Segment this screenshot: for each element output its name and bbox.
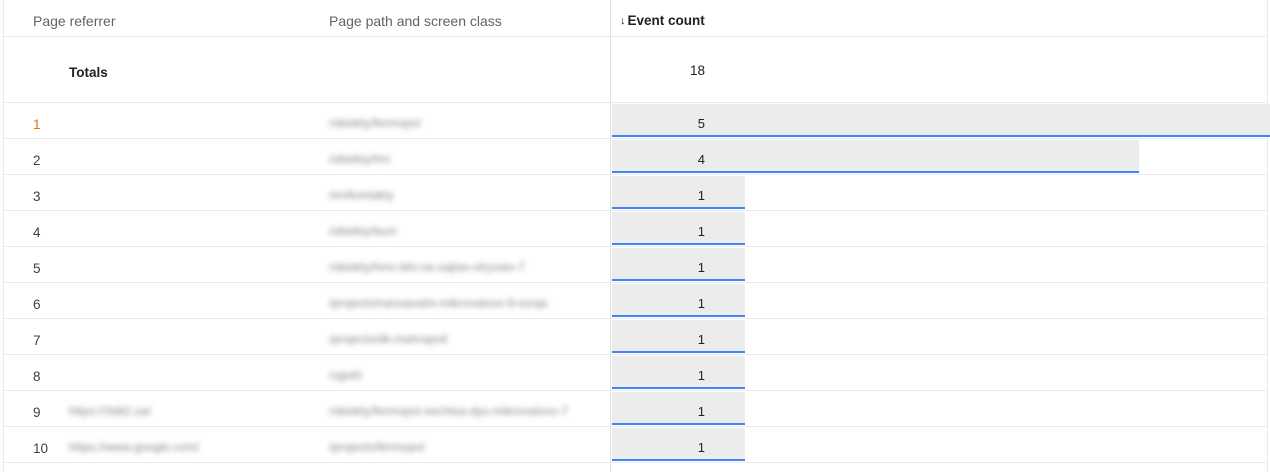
table-row[interactable]: 1/obiekty/fermopol 5 <box>4 103 1270 139</box>
row-rank: 1 <box>33 117 41 132</box>
table-row[interactable]: 3/en/kontakty 1 <box>4 175 1267 211</box>
table-row[interactable]: 2/obiekty/hm 4 <box>4 139 1267 175</box>
event-count-value: 1 <box>697 224 705 239</box>
row-rank: 6 <box>33 297 41 312</box>
row-rank: 4 <box>33 225 41 240</box>
table-row[interactable]: 7/projects/dk-mahrapoil 1 <box>4 319 1267 355</box>
page-path-cell: /obiekty/fermopol <box>329 116 421 130</box>
event-count-value: 1 <box>697 296 705 311</box>
page-path-cell: /obiekty/hmc-bhi-na-sajtse-otryvaiv-7 <box>329 260 526 274</box>
page-path-cell: /projects/nanoavaloi-mikrovalovo-9-sonja <box>329 296 548 310</box>
table-row[interactable]: 6/projects/nanoavaloi-mikrovalovo-9-sonj… <box>4 283 1267 319</box>
table-header: Page referrer Page path and screen class… <box>4 0 1267 37</box>
row-rank: 5 <box>33 261 41 276</box>
column-header-page-referrer[interactable]: Page referrer <box>33 13 115 29</box>
totals-row: Totals 18 <box>4 37 1267 103</box>
page-path-cell: /projects/dk-mahrapoil <box>329 332 448 346</box>
arrow-down-icon[interactable]: ↓ <box>620 15 626 27</box>
event-count-value: 4 <box>697 152 705 167</box>
event-count-value: 1 <box>697 188 705 203</box>
page-path-cell: /obiekty/hm <box>329 152 391 166</box>
event-count-bar <box>612 104 1270 137</box>
column-header-event-count[interactable]: ↓ Event count <box>620 13 705 28</box>
row-rank: 7 <box>33 333 41 348</box>
event-count-value: 1 <box>697 332 705 347</box>
event-count-value: 1 <box>697 368 705 383</box>
table-row[interactable]: 9 https://3dit2.ua/ /obiekty/fermopol-sech… <box>4 391 1267 427</box>
table-right-border <box>1267 0 1268 472</box>
event-count-value: 5 <box>697 116 705 131</box>
report-table: Page referrer Page path and screen class… <box>0 0 1270 472</box>
event-count-value: 1 <box>697 440 705 455</box>
row-rank: 9 <box>33 405 41 420</box>
page-referrer-cell: https://3dit2.ua/ <box>69 404 152 418</box>
event-count-value: 1 <box>697 260 705 275</box>
page-path-cell: /obiekty/bum <box>329 224 398 238</box>
page-referrer-cell: https://www.google.com/ <box>69 440 200 454</box>
totals-label: Totals <box>69 65 108 80</box>
table-row[interactable]: 8/ugotri 1 <box>4 355 1267 391</box>
row-rank: 10 <box>33 441 49 456</box>
event-count-value: 1 <box>697 404 705 419</box>
page-path-cell: /ugotri <box>329 368 363 382</box>
page-path-cell: /obiekty/fermopol-sechtsa-dyu-mikrovalov… <box>329 404 568 418</box>
page-path-cell: /en/kontakty <box>329 188 394 202</box>
totals-value: 18 <box>689 63 705 78</box>
table-row[interactable]: 10 https://www.google.com/ /projects/fermo… <box>4 427 1267 463</box>
column-header-page-path[interactable]: Page path and screen class <box>329 13 502 29</box>
table-row[interactable]: 4/obiekty/bum 1 <box>4 211 1267 247</box>
row-rank: 3 <box>33 189 41 204</box>
page-path-cell: /projects/fermopol <box>329 440 425 454</box>
row-rank: 2 <box>33 153 41 168</box>
row-rank: 8 <box>33 369 41 384</box>
column-header-event-count-label: Event count <box>627 13 705 28</box>
table-row[interactable]: 5/obiekty/hmc-bhi-na-sajtse-otryvaiv-7 1 <box>4 247 1267 283</box>
